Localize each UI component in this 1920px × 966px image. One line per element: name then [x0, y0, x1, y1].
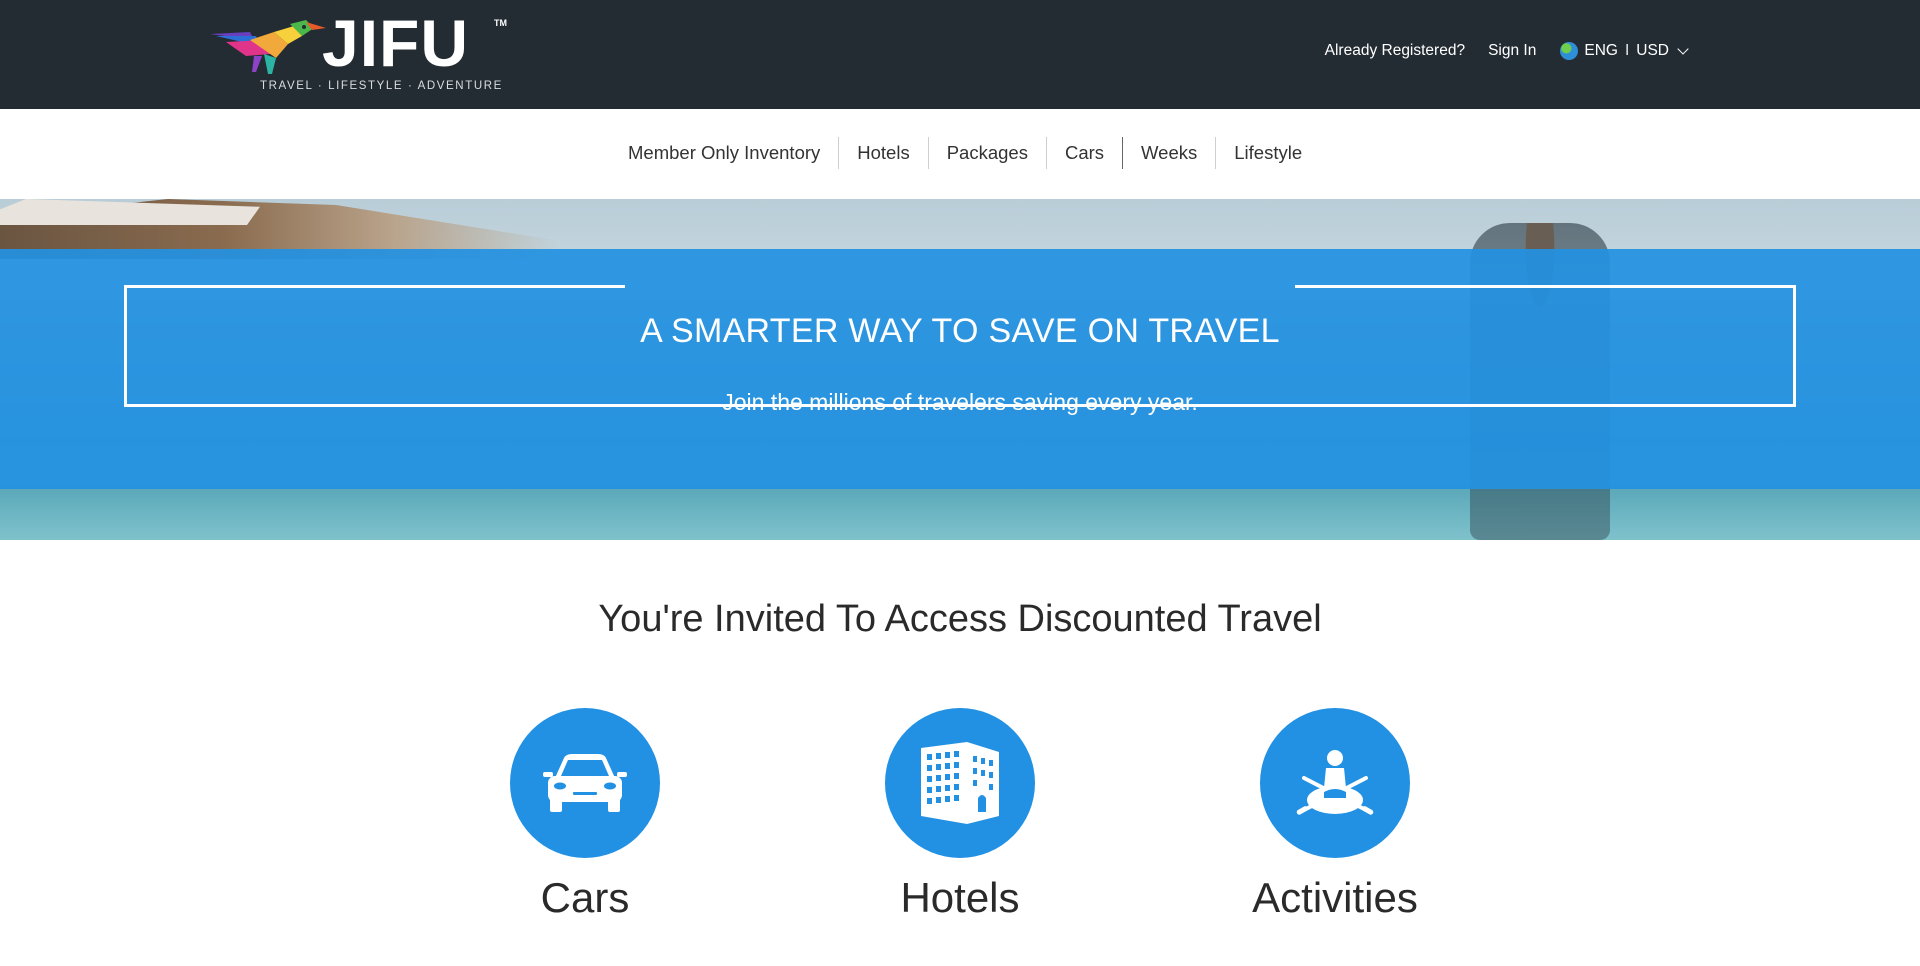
hotel-building-icon — [921, 742, 999, 824]
hero-background-water — [0, 484, 1920, 540]
jifu-logo[interactable]: JIFU TM TRAVEL · LIFESTYLE · ADVENTURE — [210, 10, 510, 96]
hero-title: A SMARTER WAY TO SAVE ON TRAVEL — [640, 312, 1280, 350]
feature-label-hotels: Hotels — [900, 874, 1020, 921]
top-header: JIFU TM TRAVEL · LIFESTYLE · ADVENTURE A… — [0, 0, 1920, 109]
nav-item-cars[interactable]: Cars — [1045, 137, 1122, 169]
logo-tagline: TRAVEL · LIFESTYLE · ADVENTURE — [260, 80, 503, 92]
car-icon — [543, 754, 627, 812]
nav-item-lifestyle[interactable]: Lifestyle — [1215, 137, 1320, 169]
logo-wordmark: JIFU — [322, 6, 470, 80]
sign-in-link[interactable]: Sign In — [1488, 42, 1536, 60]
nav-item-weeks[interactable]: Weeks — [1122, 137, 1215, 169]
feature-circle — [885, 708, 1035, 858]
invite-title: You're Invited To Access Discounted Trav… — [598, 598, 1322, 640]
feature-hotels[interactable]: Hotels — [810, 708, 1110, 922]
hero-frame-top-left-line — [124, 285, 625, 288]
feature-circle — [510, 708, 660, 858]
feature-activities[interactable]: Activities — [1185, 708, 1485, 922]
account-links: Already Registered? Sign In ENG I USD — [1325, 40, 1689, 62]
nav-item-member-only-inventory[interactable]: Member Only Inventory — [610, 137, 838, 169]
language-value: ENG — [1584, 42, 1618, 59]
language-currency-selector[interactable]: ENG I USD — [1560, 42, 1689, 60]
feature-label-activities: Activities — [1252, 874, 1418, 921]
nav-items: Member Only Inventory Hotels Packages Ca… — [610, 137, 1320, 169]
feature-circle — [1260, 708, 1410, 858]
main-nav: Member Only Inventory Hotels Packages Ca… — [0, 109, 1920, 199]
roadrunner-logo-icon — [210, 20, 326, 74]
chevron-down-icon — [1677, 42, 1689, 55]
currency-value: USD — [1636, 42, 1669, 59]
hero-banner: A SMARTER WAY TO SAVE ON TRAVEL Join the… — [0, 199, 1920, 540]
language-currency-separator: I — [1624, 42, 1630, 59]
hero-subtitle: Join the millions of travelers saving ev… — [722, 389, 1198, 415]
already-registered-link[interactable]: Already Registered? — [1325, 42, 1465, 60]
feature-cars[interactable]: Cars — [435, 708, 735, 922]
globe-icon — [1560, 42, 1579, 60]
kayak-activity-icon — [1296, 750, 1374, 815]
hero-frame-top-right-line — [1295, 285, 1796, 288]
nav-item-packages[interactable]: Packages — [927, 137, 1046, 169]
nav-item-hotels[interactable]: Hotels — [838, 137, 927, 169]
logo-trademark: TM — [494, 18, 507, 28]
feature-label-cars: Cars — [540, 874, 630, 921]
